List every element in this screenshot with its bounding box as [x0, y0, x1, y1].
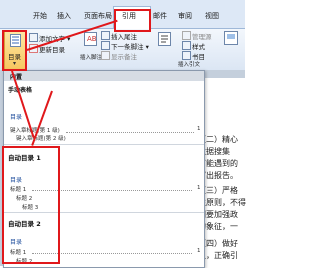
insert-citation-button[interactable] — [155, 31, 173, 69]
style-dropdown[interactable]: 样式 — [182, 41, 205, 51]
tab-page-layout[interactable]: 页面布局 — [84, 11, 112, 21]
tab-mailings[interactable]: 邮件 — [153, 11, 167, 21]
next-footnote-label: 下一条脚注 — [111, 43, 144, 51]
toc-preview-heading: 目录 — [10, 114, 23, 121]
tab-view[interactable]: 视图 — [205, 11, 219, 21]
add-text-icon — [29, 33, 38, 42]
toc-option-manual[interactable]: 手动表格 目录 键入章标题(第 1 级) 1 键入章标题(第 2 级) — [4, 82, 204, 142]
endnote-icon — [101, 31, 110, 40]
toc-preview-page: 1 — [197, 126, 201, 132]
insert-footnote-label: 插入脚注 — [80, 55, 103, 61]
annotation-box-references-tab — [114, 9, 151, 32]
toc-preview-line: 键入章标题(第 2 级) — [16, 136, 66, 142]
manage-sources-button[interactable]: 管理源 — [182, 31, 212, 41]
show-notes-button[interactable]: 显示备注 — [101, 51, 137, 61]
insert-endnote-label: 插入尾注 — [111, 33, 137, 41]
next-footnote-button[interactable]: 下一条脚注 ▾ — [101, 41, 149, 51]
style-label: 样式 — [192, 43, 205, 51]
insert-citation-label: 插入引文 — [178, 62, 201, 68]
toc-preview-page: 1 — [197, 248, 201, 254]
insert-footnote-button[interactable]: AB 插入脚注 — [80, 31, 103, 69]
bibliography-icon — [182, 51, 191, 60]
dropdown-header: 内置 — [4, 71, 204, 81]
manage-sources-label: 管理源 — [192, 33, 212, 41]
tab-home[interactable]: 开始 — [33, 11, 47, 21]
toc-preview-leader — [66, 132, 194, 133]
citation-icon — [158, 32, 171, 46]
annotation-box-auto-toc — [2, 146, 60, 264]
annotation-box-toc-button — [2, 30, 27, 71]
insert-endnote-button[interactable]: 插入尾注 — [101, 31, 137, 41]
doc-line: 性原则，不得 — [198, 198, 246, 207]
manage-sources-icon — [182, 31, 191, 40]
show-notes-label: 显示备注 — [111, 53, 137, 61]
style-icon — [182, 41, 191, 50]
svg-text:AB: AB — [87, 35, 97, 43]
footnote-icon: AB — [84, 32, 97, 46]
next-footnote-icon — [101, 41, 110, 50]
tab-insert[interactable]: 插入 — [57, 11, 71, 21]
tab-review[interactable]: 审阅 — [178, 11, 192, 21]
caption-icon — [224, 31, 238, 45]
divider — [4, 144, 204, 145]
toc-preview-page: 1 — [197, 185, 201, 191]
update-toc-label: 更新目录 — [39, 46, 65, 54]
show-notes-icon — [101, 51, 110, 60]
insert-caption-button[interactable] — [224, 31, 238, 47]
